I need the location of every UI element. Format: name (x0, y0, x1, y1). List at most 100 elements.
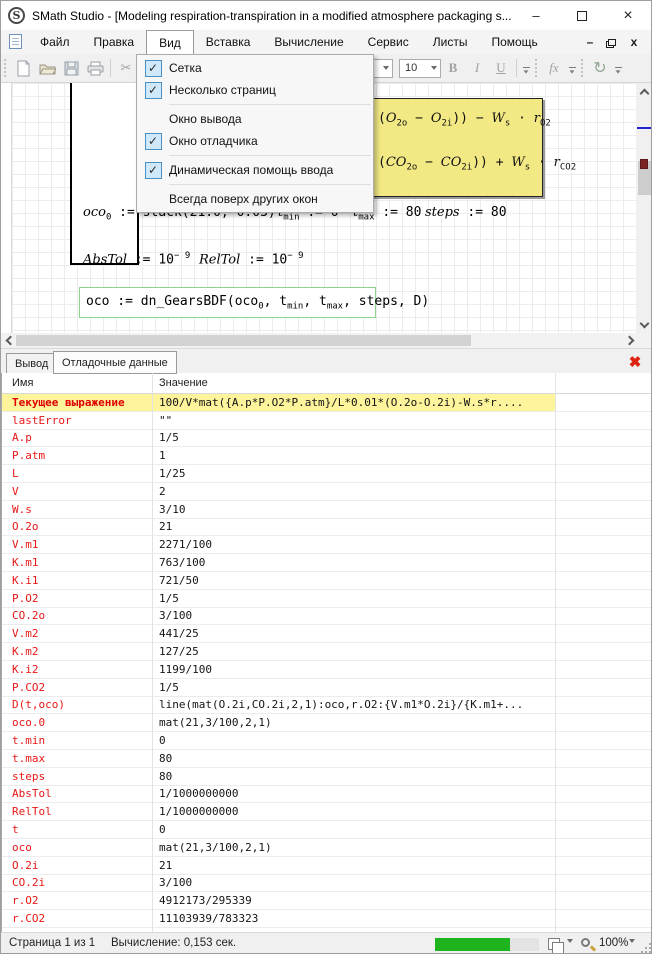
refresh-icon: ↻ (589, 58, 611, 78)
chevron-down-icon[interactable] (567, 943, 573, 954)
chevron-right-icon (625, 336, 635, 346)
selected-math-region[interactable]: oco := dn_GearsBDF(oco0, tmin, tmax, ste… (79, 287, 376, 318)
menu-вид[interactable]: Вид (146, 30, 194, 54)
cut-button[interactable]: ✂ (114, 57, 138, 79)
menu-вставка[interactable]: Вставка (194, 30, 263, 54)
underline-button[interactable]: U (489, 57, 513, 79)
variable-name: D(t,oco) (2, 698, 151, 711)
printer-icon (87, 61, 104, 76)
calc-time-indicator: Вычисление: 0,153 сек. (111, 937, 236, 949)
embedded-image-frame[interactable] (70, 83, 139, 265)
maximize-icon (577, 11, 587, 21)
variable-value: 2271/100 (151, 538, 212, 551)
page-layout-icon (552, 942, 564, 954)
menu-сервис[interactable]: Сервис (356, 30, 421, 54)
view-menu-item[interactable]: ✓Динамическая помощь ввода (137, 159, 373, 181)
panel-close-button[interactable]: ✖ (625, 352, 645, 371)
math-region-steps[interactable]: steps := 80 (425, 205, 507, 220)
toolbar-drag-handle[interactable] (581, 59, 584, 77)
variable-name: steps (2, 770, 151, 783)
font-size-value: 10 (405, 62, 417, 74)
window-title: SMath Studio - [Modeling respiration-tra… (32, 9, 513, 23)
scroll-position-marker (637, 127, 652, 129)
chevron-down-icon (640, 319, 650, 329)
view-menu-item[interactable]: ✓Несколько страниц (137, 79, 373, 101)
chevron-down-icon (427, 66, 440, 70)
mdi-restore-button[interactable] (601, 36, 623, 48)
variable-value: 763/100 (151, 556, 205, 569)
minimize-button[interactable]: – (513, 1, 559, 30)
menu-item-label: Динамическая помощь ввода (169, 163, 333, 177)
print-button[interactable] (83, 57, 107, 79)
font-size-combo[interactable]: 10 (399, 59, 441, 78)
output-panel-tabbar: Вывод Отладочные данные ✖ (1, 348, 652, 373)
mdi-minimize-button[interactable]: – (579, 35, 601, 49)
debug-data-panel: Имя Значение Текущее выражение100/V*mat(… (1, 373, 652, 932)
variable-name: r.CO2 (2, 912, 151, 925)
checkmark-icon: ✓ (145, 82, 162, 99)
scroll-left-button[interactable] (1, 333, 17, 348)
math-region-solver: oco := dn_GearsBDF(oco0, tmin, tmax, ste… (86, 294, 429, 312)
font-family-combo[interactable] (373, 59, 393, 78)
variable-value: 721/50 (151, 574, 199, 587)
toolbar-drag-handle[interactable] (535, 59, 538, 77)
variable-value: 0 (151, 823, 166, 836)
menu-правка[interactable]: Правка (82, 30, 147, 54)
math-region-reltol[interactable]: RelTol := 10− 9 (199, 251, 304, 267)
menu-листы[interactable]: Листы (421, 30, 480, 54)
tab-debug-data[interactable]: Отладочные данные (53, 351, 177, 374)
zoom-magnifier-icon[interactable] (581, 938, 590, 947)
variable-value: 127/25 (151, 645, 199, 658)
resize-grip[interactable] (639, 941, 651, 953)
math-region-abstol[interactable]: AbsTol := 10− 9 (83, 251, 190, 267)
new-document-button[interactable] (11, 57, 35, 79)
menu-item-label: Всегда поверх других окон (169, 192, 318, 206)
column-header-value[interactable]: Значение (151, 377, 208, 389)
scroll-down-button[interactable] (636, 317, 652, 333)
view-menu-item[interactable]: Окно вывода (137, 108, 373, 130)
close-button[interactable]: × (605, 1, 651, 30)
toolbar-separator (110, 59, 111, 77)
variable-name: oco (2, 841, 151, 854)
variable-name: V (2, 485, 151, 498)
ode-equation-co2: (CO2o − CO2i)) + Ws · rCO2 (378, 155, 576, 173)
column-divider[interactable] (152, 373, 153, 932)
toolbar-overflow-button[interactable] (566, 59, 578, 77)
toolbar-overflow-button[interactable] (612, 59, 624, 77)
menu-вычисление[interactable]: Вычисление (262, 30, 355, 54)
bold-button[interactable]: B (441, 57, 465, 79)
vertical-scrollbar[interactable] (636, 83, 652, 333)
column-divider[interactable] (555, 373, 556, 932)
zoom-level[interactable]: 100% (599, 937, 628, 949)
view-menu-dropdown: ✓Сетка✓Несколько страниц Окно вывода✓Окно… (136, 54, 374, 213)
view-menu-item[interactable]: Всегда поверх других окон (137, 188, 373, 210)
scroll-right-button[interactable] (623, 333, 639, 348)
menu-файл[interactable]: Файл (28, 30, 82, 54)
save-button[interactable] (59, 57, 83, 79)
horizontal-scroll-thumb[interactable] (16, 335, 471, 346)
view-menu-item[interactable]: ✓Окно отладчика (137, 130, 373, 152)
variable-value: 2 (151, 485, 166, 498)
scroll-up-button[interactable] (636, 83, 652, 99)
mdi-close-button[interactable]: x (623, 35, 645, 49)
chevron-down-icon[interactable] (629, 943, 635, 954)
open-button[interactable] (35, 57, 59, 79)
column-header-name[interactable]: Имя (2, 377, 151, 389)
italic-button[interactable]: I (465, 57, 489, 79)
recalculate-button[interactable]: ↻ (588, 57, 612, 79)
variable-name: r.O2 (2, 894, 151, 907)
variable-value: 3/10 (151, 503, 186, 516)
maximize-button[interactable] (559, 1, 605, 30)
document-icon (9, 34, 22, 49)
view-menu-item[interactable]: ✓Сетка (137, 57, 373, 79)
menu-помощь[interactable]: Помощь (479, 30, 549, 54)
function-button[interactable]: fx (542, 57, 566, 79)
toolbar-drag-handle[interactable] (4, 59, 7, 77)
horizontal-scrollbar[interactable] (1, 333, 652, 348)
tab-output[interactable]: Вывод (6, 353, 57, 374)
variable-value: 1/5 (151, 681, 179, 694)
toolbar-overflow-button[interactable] (520, 59, 532, 77)
page-layout-icon[interactable] (548, 938, 560, 950)
variable-value: 1/1000000000 (151, 805, 238, 818)
variable-value: "" (151, 414, 172, 427)
